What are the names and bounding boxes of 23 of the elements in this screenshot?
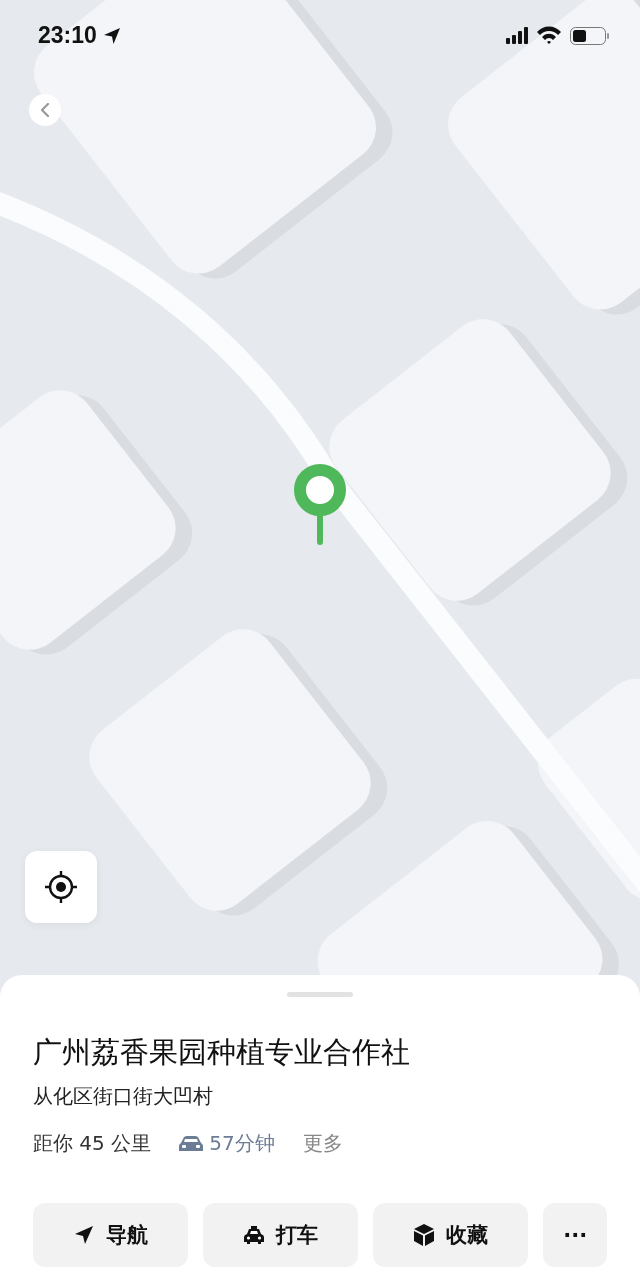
cube-icon [413,1224,434,1246]
distance-text: 距你 45 公里 [33,1129,152,1157]
action-button[interactable]: 打车 [203,1203,359,1267]
action-button[interactable]: 导航 [33,1203,189,1267]
drag-handle[interactable] [287,992,353,997]
navigation-arrow-icon [73,1225,94,1245]
location-pin-icon [293,463,347,547]
car-icon [179,1135,204,1151]
locate-button[interactable] [25,851,97,923]
wifi-icon [536,26,562,45]
location-arrow-icon [102,26,121,45]
locate-icon [43,869,79,905]
action-button[interactable]: 收藏 [373,1203,529,1267]
chevron-left-icon [40,103,50,117]
place-address: 从化区街口街大凹村 [33,1083,214,1110]
battery-icon [570,26,610,45]
place-name: 广州荔香果园种植专业合作社 [33,1034,411,1071]
status-time: 23:10 [38,22,97,49]
signal-icon [506,27,528,44]
car-icon [243,1226,264,1244]
more-button[interactable]: ··· [543,1203,607,1267]
more-link[interactable]: 更多 [302,1129,343,1157]
drive-time-text: 57分钟 [209,1129,275,1157]
